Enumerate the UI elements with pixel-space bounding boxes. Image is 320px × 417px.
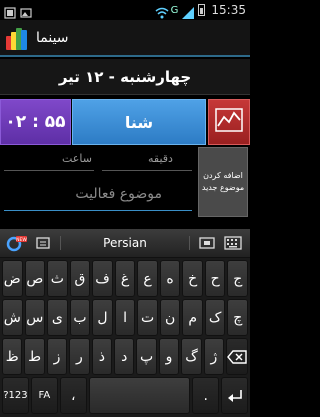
activity-subject-input[interactable]: [4, 177, 192, 211]
key[interactable]: ط: [24, 338, 45, 375]
signal-icon: [182, 4, 195, 19]
key[interactable]: ژ: [203, 338, 225, 375]
page-title: سینما: [36, 29, 69, 46]
time-fields: ساعت دقیقه: [0, 147, 196, 219]
action-bar: سینما: [0, 20, 250, 57]
date-header[interactable]: چهارشنبه - ۱۲ تیر: [0, 59, 250, 95]
key[interactable]: گ: [181, 338, 202, 375]
key[interactable]: چ: [227, 299, 249, 336]
symbols-key[interactable]: ?123: [2, 377, 29, 414]
key[interactable]: ش: [2, 299, 23, 336]
space-key[interactable]: [88, 377, 191, 414]
key[interactable]: ه: [159, 260, 181, 297]
clock: 15:35: [211, 3, 246, 17]
chart-button[interactable]: [208, 99, 250, 145]
keyboard-row-4: ?123 FA ، .: [2, 377, 249, 414]
status-bar: G 15:35: [0, 0, 250, 20]
duration-button[interactable]: ۰۲ : ۵۵: [0, 99, 71, 145]
minute-label: دقیقه: [148, 152, 173, 165]
key[interactable]: ز: [46, 338, 68, 375]
key[interactable]: ذ: [91, 338, 113, 375]
key[interactable]: د: [114, 338, 135, 375]
keyboard-layout-icon[interactable]: [220, 232, 246, 254]
key[interactable]: ک: [204, 299, 226, 336]
keyboard-toolbar: NEW Persian: [0, 229, 250, 258]
key[interactable]: ص: [24, 260, 46, 297]
key[interactable]: ب: [69, 299, 91, 336]
key[interactable]: غ: [114, 260, 136, 297]
enter-icon: [227, 389, 242, 402]
key[interactable]: ی: [47, 299, 68, 336]
network-type: G: [170, 4, 179, 16]
key[interactable]: ل: [92, 299, 113, 336]
period-key[interactable]: .: [192, 377, 220, 414]
hour-label: ساعت: [62, 152, 92, 165]
activity-row: ۰۲ : ۵۵ شنا: [0, 99, 250, 145]
activity-label: شنا: [124, 112, 154, 132]
key[interactable]: ج: [227, 260, 249, 297]
keyboard-row-3: ظ ط ز ر ذ د پ و گ ژ: [2, 338, 249, 375]
add-new-subject-button[interactable]: اضافه کردن موضوع جدید: [198, 147, 248, 217]
app-logo-icon[interactable]: [6, 26, 28, 50]
date-label: چهارشنبه - ۱۲ تیر: [58, 67, 192, 86]
key[interactable]: پ: [136, 338, 157, 375]
hour-field[interactable]: [4, 170, 94, 171]
comma-key[interactable]: ،: [59, 377, 87, 414]
key[interactable]: ث: [47, 260, 68, 297]
key[interactable]: ع: [137, 260, 158, 297]
keyboard-row-1: ض ص ث ق ف غ ع ه خ ح ج: [2, 260, 249, 297]
line-chart-icon: [215, 108, 243, 136]
keyboard-language[interactable]: Persian: [60, 236, 190, 250]
key[interactable]: ر: [69, 338, 90, 375]
key[interactable]: ض: [2, 260, 23, 297]
activity-button[interactable]: شنا: [72, 99, 206, 145]
keyboard-resize-icon[interactable]: [194, 232, 220, 254]
language-key[interactable]: FA: [30, 377, 58, 414]
google-settings-icon[interactable]: NEW: [4, 232, 30, 254]
keyboard-row-2: ش س ی ب ل ا ت ن م ک چ: [2, 299, 249, 336]
backspace-key[interactable]: [226, 338, 249, 375]
key[interactable]: و: [158, 338, 180, 375]
enter-key[interactable]: [221, 377, 249, 414]
svg-text:NEW: NEW: [16, 237, 27, 243]
key[interactable]: ف: [92, 260, 113, 297]
notification-icon: [4, 4, 16, 19]
key[interactable]: ق: [69, 260, 91, 297]
key[interactable]: ح: [204, 260, 226, 297]
key[interactable]: ن: [159, 299, 181, 336]
key[interactable]: ا: [114, 299, 136, 336]
key[interactable]: س: [24, 299, 46, 336]
key[interactable]: ظ: [2, 338, 23, 375]
soft-keyboard: NEW Persian ض ص ث ق ف غ ع ه خ ح ج ش س ی …: [0, 229, 250, 417]
image-icon: [20, 4, 32, 18]
backspace-icon: [227, 349, 247, 364]
wifi-icon: [155, 4, 169, 19]
duration-value: ۰۲ : ۵۵: [5, 112, 66, 132]
minute-field[interactable]: [102, 170, 192, 171]
key[interactable]: خ: [182, 260, 203, 297]
key[interactable]: ت: [137, 299, 158, 336]
battery-icon: [198, 4, 206, 16]
key[interactable]: م: [182, 299, 203, 336]
clipboard-icon[interactable]: [30, 232, 56, 254]
